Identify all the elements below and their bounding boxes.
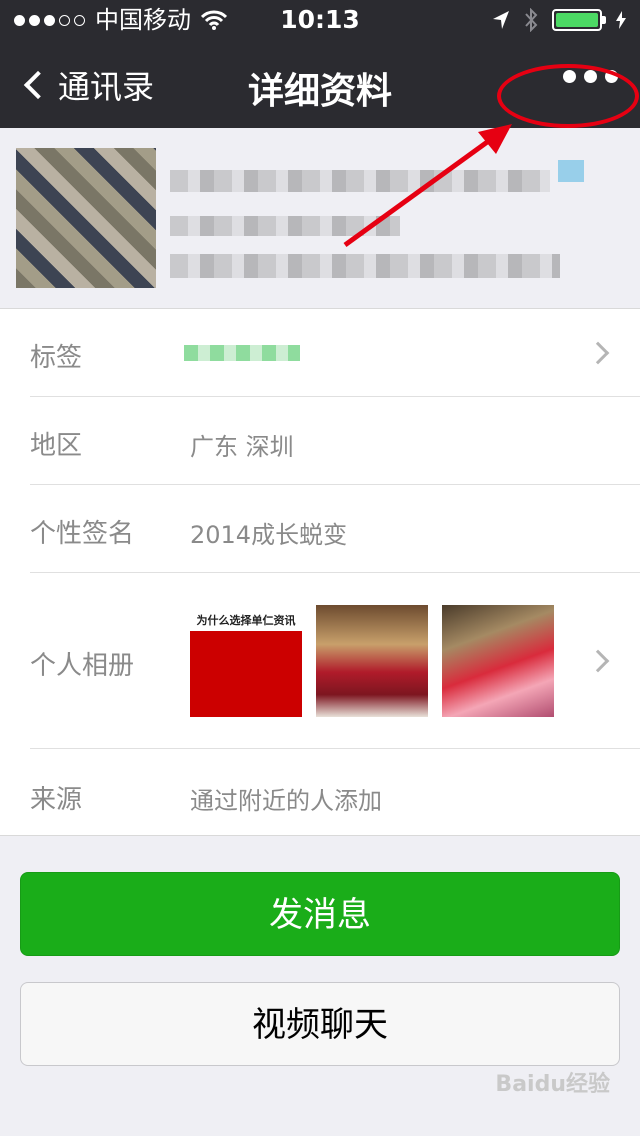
row-value: 通过附近的人添加 (190, 787, 382, 815)
avatar[interactable] (16, 148, 156, 288)
row-label: 地区 (30, 431, 83, 461)
album-thumbnail-2[interactable] (316, 605, 428, 717)
location-icon (493, 11, 509, 29)
row-value: 2014成长蜕变 (190, 521, 348, 549)
blurred-name (170, 170, 550, 192)
list-item-signature: 个性签名 2014成长蜕变 (30, 485, 640, 573)
blurred-nickname (170, 254, 560, 278)
tag-value (184, 345, 300, 361)
gender-icon (558, 160, 584, 182)
send-message-button[interactable]: 发消息 (20, 872, 620, 956)
album-thumbnail-1[interactable]: 为什么选择单仁资讯 (190, 605, 302, 717)
battery-icon (552, 9, 606, 31)
watermark: Baidu经验 (495, 1072, 610, 1097)
list-item-album[interactable]: 个人相册 为什么选择单仁资讯 (30, 573, 640, 749)
annotation-ellipse (497, 64, 639, 128)
list-item-tags[interactable]: 标签 (30, 309, 640, 397)
profile-header (0, 128, 640, 308)
row-arrow-icon (586, 649, 610, 673)
album-thumbnail-3[interactable] (442, 605, 554, 717)
blurred-id (170, 216, 400, 236)
list-item-source: 来源 通过附近的人添加 (30, 749, 640, 837)
video-chat-button[interactable]: 视频聊天 (20, 982, 620, 1066)
row-label: 来源 (30, 785, 83, 815)
row-arrow-icon (586, 341, 610, 365)
list-item-region: 地区 广东 深圳 (30, 397, 640, 485)
charging-icon (616, 11, 626, 29)
row-label: 个性签名 (30, 519, 135, 549)
row-value: 广东 深圳 (190, 433, 294, 461)
bluetooth-icon (525, 8, 538, 32)
details-card: 标签 地区 广东 深圳 个性签名 2014成长蜕变 个人相册 为什么选择单仁资讯… (0, 308, 640, 836)
row-label: 个人相册 (30, 651, 135, 681)
row-label: 标签 (30, 343, 83, 373)
album-thumbnail-title: 为什么选择单仁资讯 (190, 605, 302, 631)
status-bar: 中国移动 10:13 (0, 0, 640, 40)
